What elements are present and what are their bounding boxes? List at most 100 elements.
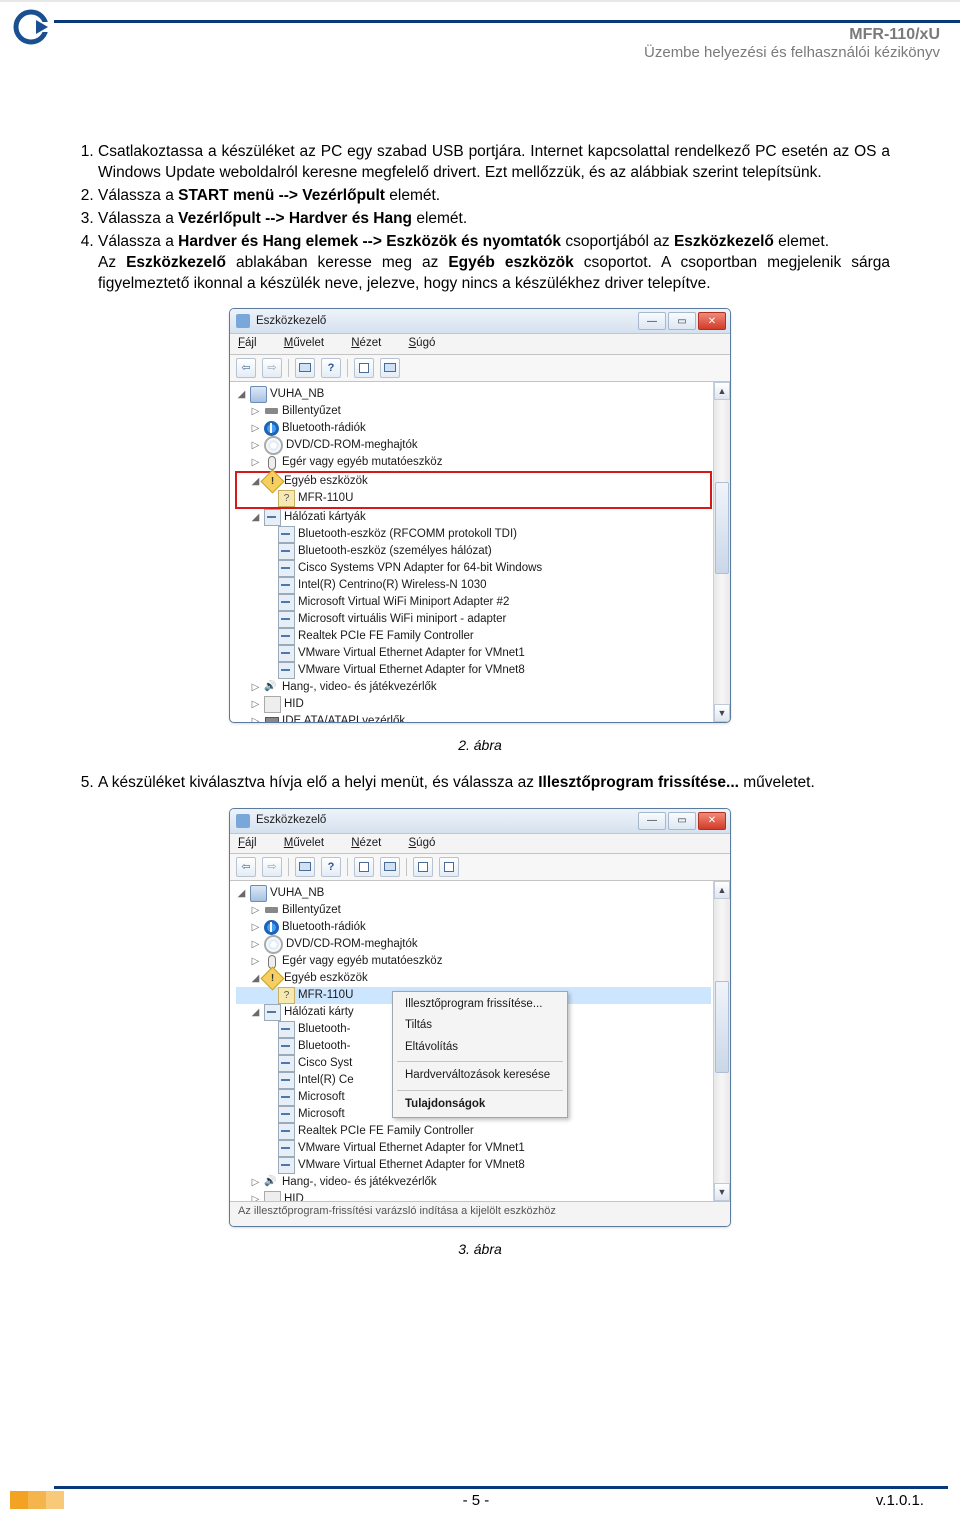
expand-icon[interactable]: ▷ bbox=[250, 681, 261, 695]
menu-view[interactable]: Nézet bbox=[351, 337, 393, 349]
view-button[interactable] bbox=[380, 358, 400, 378]
tree-node[interactable]: VMware Virtual Ethernet Adapter for VMne… bbox=[236, 662, 711, 679]
tree-other-devices[interactable]: ◢Egyéb eszközök bbox=[236, 473, 711, 490]
tree-node[interactable]: VMware Virtual Ethernet Adapter for VMne… bbox=[236, 645, 711, 662]
menu-help[interactable]: Súgó bbox=[409, 337, 448, 349]
tree-node[interactable]: ▷Hang-, video- és játékvezérlők bbox=[236, 679, 711, 696]
scan-button[interactable] bbox=[354, 857, 374, 877]
scroll-up-button[interactable]: ▲ bbox=[714, 881, 730, 899]
tree-node[interactable]: Cisco Systems VPN Adapter for 64-bit Win… bbox=[236, 560, 711, 577]
tree-root[interactable]: ◢VUHA_NB bbox=[236, 386, 711, 403]
expand-icon[interactable]: ▷ bbox=[250, 456, 261, 470]
back-button[interactable] bbox=[236, 857, 256, 877]
expand-icon[interactable]: ▷ bbox=[250, 938, 261, 952]
expand-icon[interactable]: ▷ bbox=[250, 698, 261, 712]
view-button[interactable] bbox=[380, 857, 400, 877]
forward-button[interactable] bbox=[262, 358, 282, 378]
tree-other-devices[interactable]: ◢Egyéb eszközök bbox=[236, 970, 711, 987]
expand-icon[interactable]: ▷ bbox=[250, 439, 261, 453]
ctx-update-driver[interactable]: Illesztőprogram frissítése... bbox=[395, 994, 565, 1016]
ctx-uninstall[interactable]: Eltávolítás bbox=[395, 1037, 565, 1059]
scroll-up-button[interactable]: ▲ bbox=[714, 382, 730, 400]
menubar[interactable]: Fájl Művelet Nézet Súgó bbox=[230, 334, 730, 355]
expand-icon[interactable]: ◢ bbox=[250, 1006, 261, 1020]
close-button[interactable]: ✕ bbox=[698, 312, 726, 330]
back-button[interactable] bbox=[236, 358, 256, 378]
tree-mfr110u[interactable]: MFR-110U bbox=[236, 490, 711, 507]
ctx-properties[interactable]: Tulajdonságok bbox=[395, 1094, 565, 1116]
tree-node[interactable]: Realtek PCIe FE Family Controller bbox=[236, 1123, 711, 1140]
expand-icon[interactable]: ◢ bbox=[236, 887, 247, 901]
menu-help[interactable]: Súgó bbox=[409, 837, 448, 849]
scroll-down-button[interactable]: ▼ bbox=[714, 704, 730, 722]
tree-node[interactable]: ▷ Bluetooth-rádiók bbox=[236, 919, 711, 936]
ctx-scan-hardware[interactable]: Hardverváltozások keresése bbox=[395, 1065, 565, 1087]
menu-file[interactable]: Fájl bbox=[238, 337, 269, 349]
tree-node[interactable]: ▷Bluetooth-rádiók bbox=[236, 420, 711, 437]
tree-node[interactable]: Microsoft virtuális WiFi miniport - adap… bbox=[236, 611, 711, 628]
tree-node[interactable]: ▷HID bbox=[236, 1191, 711, 1201]
uninstall-button[interactable] bbox=[439, 857, 459, 877]
tree-node[interactable]: VMware Virtual Ethernet Adapter for VMne… bbox=[236, 1140, 711, 1157]
expand-icon[interactable]: ▷ bbox=[250, 422, 261, 436]
context-menu[interactable]: Illesztőprogram frissítése... Tiltás Elt… bbox=[392, 991, 568, 1119]
expand-icon[interactable]: ◢ bbox=[236, 388, 247, 402]
properties-button[interactable] bbox=[295, 857, 315, 877]
window-titlebar[interactable]: Eszközkezelő — ▭ ✕ bbox=[230, 309, 730, 334]
tree-node[interactable]: ▷Egér vagy egyéb mutatóeszköz bbox=[236, 953, 711, 970]
device-icon bbox=[278, 1157, 295, 1174]
tree-node-label: Bluetooth- bbox=[298, 1022, 350, 1038]
ctx-disable[interactable]: Tiltás bbox=[395, 1015, 565, 1037]
maximize-button[interactable]: ▭ bbox=[668, 312, 696, 330]
expand-icon[interactable]: ▷ bbox=[250, 904, 261, 918]
window-titlebar[interactable]: Eszközkezelő — ▭ ✕ bbox=[230, 809, 730, 834]
vertical-scrollbar[interactable]: ▲ ▼ bbox=[713, 881, 730, 1201]
minimize-button[interactable]: — bbox=[638, 312, 666, 330]
tree-node[interactable]: Intel(R) Centrino(R) Wireless-N 1030 bbox=[236, 577, 711, 594]
expand-icon[interactable]: ▷ bbox=[250, 715, 261, 722]
tree-node-label: Bluetooth-rádiók bbox=[282, 920, 366, 936]
scroll-down-button[interactable]: ▼ bbox=[714, 1183, 730, 1201]
expand-icon[interactable]: ▷ bbox=[250, 921, 261, 935]
help-button[interactable] bbox=[321, 358, 341, 378]
vertical-scrollbar[interactable]: ▲ ▼ bbox=[713, 382, 730, 722]
expand-icon[interactable]: ▷ bbox=[250, 1176, 261, 1190]
menu-action[interactable]: Művelet bbox=[284, 337, 336, 349]
scan-button[interactable] bbox=[354, 358, 374, 378]
tree-node[interactable]: Microsoft Virtual WiFi Miniport Adapter … bbox=[236, 594, 711, 611]
expand-icon[interactable]: ◢ bbox=[250, 475, 261, 489]
expand-icon[interactable]: ◢ bbox=[250, 972, 261, 986]
tree-node[interactable]: ▷Egér vagy egyéb mutatóeszköz bbox=[236, 454, 711, 471]
tree-node[interactable]: ▷Hang-, video- és játékvezérlők bbox=[236, 1174, 711, 1191]
tree-node[interactable]: Bluetooth-eszköz (személyes hálózat) bbox=[236, 543, 711, 560]
scroll-thumb[interactable] bbox=[715, 981, 729, 1073]
tree-node[interactable]: ▷DVD/CD-ROM-meghajtók bbox=[236, 437, 711, 454]
tree-network-adapters[interactable]: ◢Hálózati kártyák bbox=[236, 509, 711, 526]
expand-icon[interactable]: ▷ bbox=[250, 955, 261, 969]
maximize-button[interactable]: ▭ bbox=[668, 812, 696, 830]
expand-icon[interactable]: ▷ bbox=[250, 405, 261, 419]
tree-node[interactable]: VMware Virtual Ethernet Adapter for VMne… bbox=[236, 1157, 711, 1174]
tree-node[interactable]: ▷Billentyűzet bbox=[236, 403, 711, 420]
scroll-thumb[interactable] bbox=[715, 482, 729, 574]
tree-node[interactable]: Bluetooth-eszköz (RFCOMM protokoll TDI) bbox=[236, 526, 711, 543]
update-driver-button[interactable] bbox=[413, 857, 433, 877]
expand-icon[interactable]: ◢ bbox=[250, 511, 261, 525]
tree-root[interactable]: ◢VUHA_NB bbox=[236, 885, 711, 902]
menu-view[interactable]: Nézet bbox=[351, 837, 393, 849]
properties-button[interactable] bbox=[295, 358, 315, 378]
tree-node[interactable]: ▷IDE ATA/ATAPI vezérlők bbox=[236, 713, 711, 722]
expand-icon[interactable]: ▷ bbox=[250, 1193, 261, 1201]
tree-node[interactable]: ▷HID bbox=[236, 696, 711, 713]
close-button[interactable]: ✕ bbox=[698, 812, 726, 830]
tree-node[interactable]: ▷DVD/CD-ROM-meghajtók bbox=[236, 936, 711, 953]
tree-node[interactable]: Realtek PCIe FE Family Controller bbox=[236, 628, 711, 645]
tree-node[interactable]: ▷Billentyűzet bbox=[236, 902, 711, 919]
device-tree[interactable]: ◢VUHA_NB▷Billentyűzet▷Bluetooth-rádiók▷D… bbox=[230, 382, 713, 722]
menubar[interactable]: Fájl Művelet Nézet Súgó bbox=[230, 834, 730, 855]
minimize-button[interactable]: — bbox=[638, 812, 666, 830]
menu-file[interactable]: Fájl bbox=[238, 837, 269, 849]
forward-button[interactable] bbox=[262, 857, 282, 877]
menu-action[interactable]: Művelet bbox=[284, 837, 336, 849]
help-button[interactable] bbox=[321, 857, 341, 877]
